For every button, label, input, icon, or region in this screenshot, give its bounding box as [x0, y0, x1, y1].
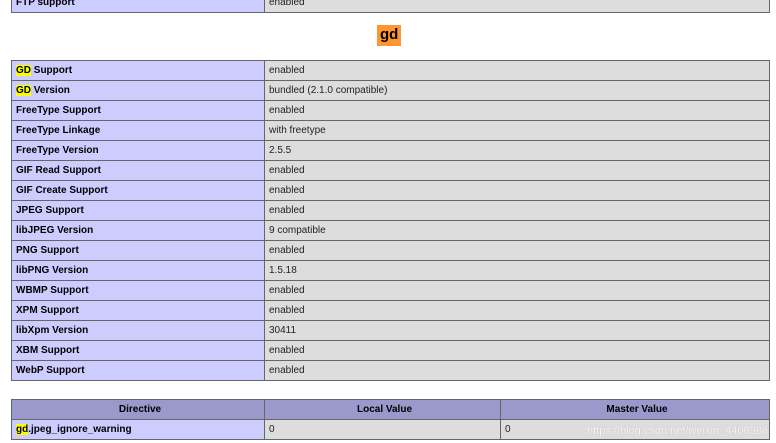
gd-info-rows: GD Support enabled GD Version bundled (2.1.… — [11, 60, 770, 381]
info-value: enabled — [264, 200, 770, 221]
info-label-text: Support — [31, 65, 73, 76]
info-value: enabled — [264, 280, 770, 301]
info-value: 2.5.5 — [264, 140, 770, 161]
info-label-text: libXpm Version — [16, 325, 89, 336]
info-label: GIF Read Support — [11, 160, 265, 181]
info-label: WebP Support — [11, 360, 265, 381]
search-highlight: GD — [16, 65, 31, 76]
search-highlight: gd — [16, 424, 29, 435]
directive-column-header: Directive — [11, 399, 265, 420]
table-row: libXpm Version 30411 — [11, 320, 770, 341]
info-label: libPNG Version — [11, 260, 265, 281]
directive-name: gd.jpeg_ignore_warning — [11, 419, 265, 440]
info-value: enabled — [264, 360, 770, 381]
info-label: GD Version — [11, 80, 265, 101]
info-value: enabled — [264, 180, 770, 201]
table-row: libJPEG Version 9 compatible — [11, 220, 770, 241]
table-row: GIF Create Support enabled — [11, 180, 770, 201]
info-label: GIF Create Support — [11, 180, 265, 201]
info-label-text: PNG Support — [16, 245, 79, 256]
info-value: enabled — [264, 60, 770, 81]
info-label: libXpm Version — [11, 320, 265, 341]
info-label-text: XBM Support — [16, 345, 80, 356]
info-value: enabled — [264, 160, 770, 181]
local-value-column-header: Local Value — [264, 399, 501, 420]
info-value: enabled — [264, 300, 770, 321]
info-label-text: JPEG Support — [16, 205, 84, 216]
info-value: with freetype — [264, 120, 770, 141]
table-row: FTP support enabled — [11, 0, 770, 13]
master-value-column-header: Master Value — [500, 399, 770, 420]
info-value: bundled (2.1.0 compatible) — [264, 80, 770, 101]
info-label: FreeType Version — [11, 140, 265, 161]
directive-header-row: Directive Local Value Master Value — [11, 399, 770, 420]
table-row: libPNG Version 1.5.18 — [11, 260, 770, 281]
ftp-table: FTP support enabled — [11, 0, 770, 13]
info-value: 1.5.18 — [264, 260, 770, 281]
table-row: GD Support enabled — [11, 60, 770, 81]
table-row: XBM Support enabled — [11, 340, 770, 361]
info-label-text: FreeType Support — [16, 105, 101, 116]
section-title[interactable]: gd — [377, 25, 402, 46]
table-row: JPEG Support enabled — [11, 200, 770, 221]
info-label-text: GIF Read Support — [16, 165, 101, 176]
info-value: 9 compatible — [264, 220, 770, 241]
table-row: GD Version bundled (2.1.0 compatible) — [11, 80, 770, 101]
info-label-text: Version — [31, 85, 70, 96]
table-row: FreeType Linkage with freetype — [11, 120, 770, 141]
info-label-text: WBMP Support — [16, 285, 89, 296]
info-label: XPM Support — [11, 300, 265, 321]
directive-local-value: 0 — [264, 419, 501, 440]
info-label-text: WebP Support — [16, 365, 85, 376]
info-label: WBMP Support — [11, 280, 265, 301]
table-row: PNG Support enabled — [11, 240, 770, 261]
search-highlight: GD — [16, 85, 31, 96]
info-label-text: FreeType Version — [16, 145, 99, 156]
table-row: WBMP Support enabled — [11, 280, 770, 301]
table-row: WebP Support enabled — [11, 360, 770, 381]
watermark: https://blog.csdn.net/weixin_4408986 — [586, 425, 768, 437]
info-label: FreeType Support — [11, 100, 265, 121]
info-label-text: libJPEG Version — [16, 225, 94, 236]
info-label-text: GIF Create Support — [16, 185, 108, 196]
info-value: enabled — [264, 100, 770, 121]
info-label-text: XPM Support — [16, 305, 79, 316]
info-label: GD Support — [11, 60, 265, 81]
info-label: PNG Support — [11, 240, 265, 261]
info-label: JPEG Support — [11, 200, 265, 221]
info-label-text: libPNG Version — [16, 265, 89, 276]
info-label: libJPEG Version — [11, 220, 265, 241]
info-label-text: FreeType Linkage — [16, 125, 101, 136]
table-row: FreeType Support enabled — [11, 100, 770, 121]
info-value: enabled — [264, 340, 770, 361]
table-row: FreeType Version 2.5.5 — [11, 140, 770, 161]
info-value: enabled — [264, 240, 770, 261]
ftp-support-label: FTP support — [11, 0, 265, 13]
ftp-support-value: enabled — [264, 0, 770, 13]
info-value: 30411 — [264, 320, 770, 341]
directive-name-rest: .jpeg_ignore_warning — [28, 424, 132, 435]
gd-info-table: GD Support enabled GD Version bundled (2.1.… — [11, 60, 770, 381]
table-row: XPM Support enabled — [11, 300, 770, 321]
table-row: GIF Read Support enabled — [11, 160, 770, 181]
info-label: XBM Support — [11, 340, 265, 361]
info-label: FreeType Linkage — [11, 120, 265, 141]
